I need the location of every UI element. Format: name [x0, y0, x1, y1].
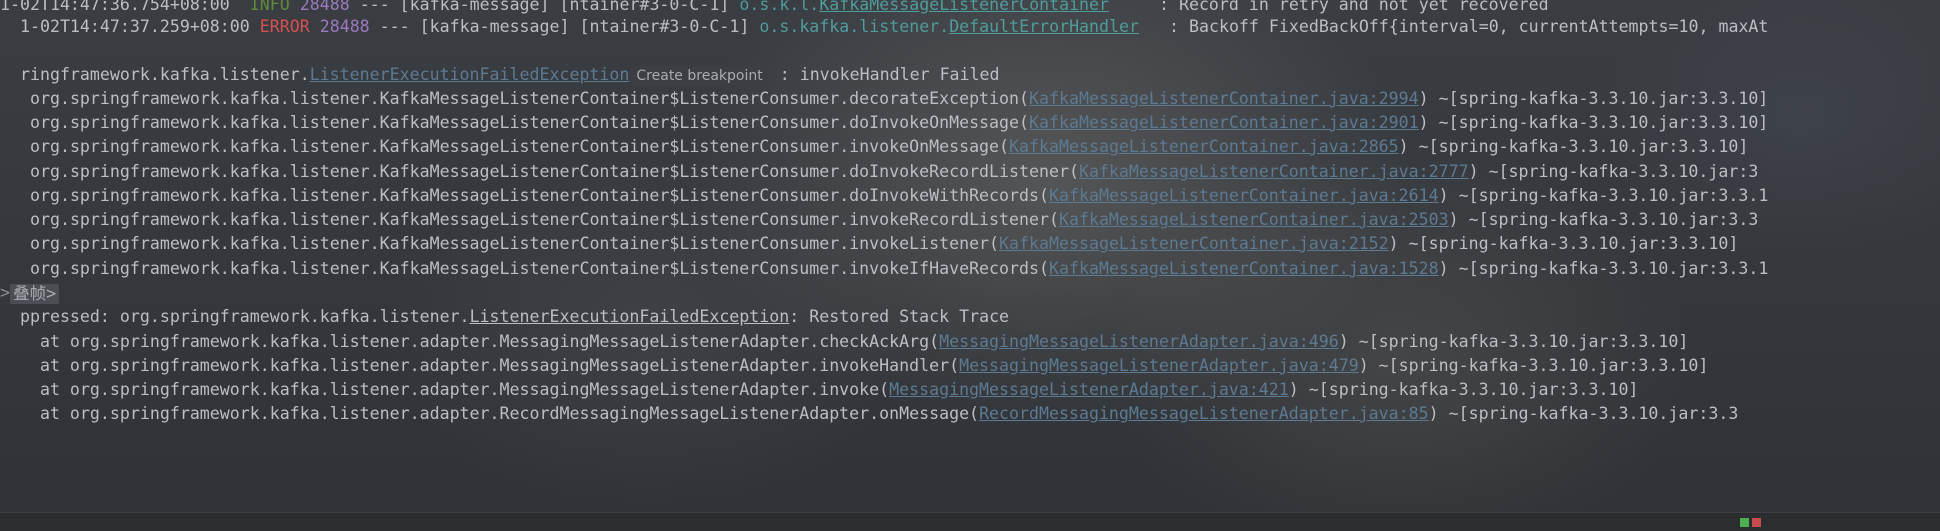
log-message: : Backoff FixedBackOff{interval=0, curre… [1169, 17, 1769, 36]
status-error-icon [1752, 518, 1761, 527]
log-pid: 28488 [319, 17, 370, 36]
stack-frame: org.springframework.kafka.listener.Kafka… [0, 87, 1940, 111]
stack-frame: org.springframework.kafka.listener.Kafka… [0, 184, 1940, 208]
log-sep: --- [359, 0, 390, 14]
logger-link[interactable]: KafkaMessageListenerContainer [819, 0, 1109, 14]
log-sep: --- [379, 17, 410, 36]
frame-method: at org.springframework.kafka.listener.ad… [19, 404, 980, 423]
folded-frames-label[interactable]: 叠帧> [10, 283, 60, 304]
suppressed-line: ppressed: org.springframework.kafka.list… [0, 305, 1940, 329]
frame-method: at org.springframework.kafka.listener.ad… [19, 332, 940, 351]
stack-frame: at org.springframework.kafka.listener.ad… [0, 354, 1940, 378]
frame-suffix: ) ~[spring-kafka-3.3.10.jar:3.3.1 [1438, 186, 1769, 205]
log-thread: [ntainer#3-0-C-1] [579, 17, 750, 36]
frame-source-link[interactable]: MessagingMessageListenerAdapter.java:421 [889, 380, 1289, 399]
frame-suffix: ) ~[spring-kafka-3.3.10.jar:3.3.10] [1358, 356, 1709, 375]
suppressed-prefix: ppressed: org.springframework.kafka.list… [19, 307, 470, 326]
stack-frame: at org.springframework.kafka.listener.ad… [0, 330, 1940, 354]
log-timestamp: 1-02T14:47:36.754+08:00 [0, 0, 230, 14]
status-indicator-icon [1740, 518, 1749, 527]
status-bar [0, 512, 1940, 531]
log-line-error: 1-02T14:47:37.259+08:00 ERROR 28488 --- … [0, 15, 1940, 39]
frame-suffix: ) ~[spring-kafka-3.3.10.jar:3.3.10] [1398, 137, 1749, 156]
frame-suffix: ) ~[spring-kafka-3.3.10.jar:3.3.10] [1388, 234, 1739, 253]
frame-suffix: ) ~[spring-kafka-3.3.10.jar:3.3.10] [1338, 332, 1689, 351]
frame-suffix: ) ~[spring-kafka-3.3.10.jar:3.3.10] [1418, 113, 1769, 132]
frame-method: org.springframework.kafka.listener.Kafka… [29, 89, 1030, 108]
log-thread: [ntainer#3-0-C-1] [559, 0, 730, 14]
frame-source-link[interactable]: MessagingMessageListenerAdapter.java:496 [939, 332, 1339, 351]
frame-method: at org.springframework.kafka.listener.ad… [19, 356, 960, 375]
frame-method: org.springframework.kafka.listener.Kafka… [29, 186, 1049, 205]
log-timestamp: 1-02T14:47:37.259+08:00 [19, 17, 250, 36]
stack-frame: org.springframework.kafka.listener.Kafka… [0, 135, 1940, 159]
log-app: [kafka-message] [419, 17, 570, 36]
frame-method: org.springframework.kafka.listener.Kafka… [29, 234, 1000, 253]
create-breakpoint-hint[interactable]: Create breakpoint [631, 65, 768, 86]
frame-suffix: ) ~[spring-kafka-3.3.10.jar:3.3 [1448, 210, 1759, 229]
exception-message: : invokeHandler Failed [779, 65, 1000, 84]
frame-method: org.springframework.kafka.listener.Kafka… [29, 259, 1049, 278]
frame-suffix: ) ~[spring-kafka-3.3.10.jar:3.3.1 [1438, 259, 1769, 278]
log-app: [kafka-message] [399, 0, 550, 14]
frame-source-link[interactable]: KafkaMessageListenerContainer.java:2777 [1079, 162, 1469, 181]
frame-source-link[interactable]: KafkaMessageListenerContainer.java:2152 [999, 234, 1389, 253]
frame-source-link[interactable]: KafkaMessageListenerContainer.java:2901 [1029, 113, 1419, 132]
frame-method: org.springframework.kafka.listener.Kafka… [29, 113, 1030, 132]
stack-frame: org.springframework.kafka.listener.Kafka… [0, 257, 1940, 281]
frame-method: at org.springframework.kafka.listener.ad… [19, 380, 890, 399]
exception-line: ringframework.kafka.listener.ListenerExe… [0, 63, 1940, 87]
log-pid: 28488 [299, 0, 350, 14]
frame-method: org.springframework.kafka.listener.Kafka… [29, 210, 1059, 229]
stack-frame: org.springframework.kafka.listener.Kafka… [0, 111, 1940, 135]
frame-source-link[interactable]: KafkaMessageListenerContainer.java:2994 [1029, 89, 1419, 108]
log-logger-prefix: o.s.k.l. [739, 0, 820, 14]
frame-source-link[interactable]: KafkaMessageListenerContainer.java:2614 [1049, 186, 1439, 205]
stack-frame: org.springframework.kafka.listener.Kafka… [0, 208, 1940, 232]
stack-frame: org.springframework.kafka.listener.Kafka… [0, 232, 1940, 256]
frame-suffix: ) ~[spring-kafka-3.3.10.jar:3.3.10] [1288, 380, 1639, 399]
stack-frame: at org.springframework.kafka.listener.ad… [0, 402, 1940, 426]
exception-prefix: ringframework.kafka.listener. [19, 65, 310, 84]
logger-link[interactable]: DefaultErrorHandler [949, 17, 1139, 36]
stack-frame: org.springframework.kafka.listener.Kafka… [0, 160, 1940, 184]
frame-source-link[interactable]: RecordMessagingMessageListenerAdapter.ja… [979, 404, 1429, 423]
frame-suffix: ) ~[spring-kafka-3.3.10.jar:3 [1468, 162, 1759, 181]
frame-suffix: ) ~[spring-kafka-3.3.10.jar:3.3 [1428, 404, 1739, 423]
frame-method: org.springframework.kafka.listener.Kafka… [29, 162, 1079, 181]
frame-source-link[interactable]: MessagingMessageListenerAdapter.java:479 [959, 356, 1359, 375]
chevron-right-icon[interactable]: > [0, 283, 10, 302]
frame-method: org.springframework.kafka.listener.Kafka… [29, 137, 1010, 156]
exception-class-link[interactable]: ListenerExecutionFailedException [310, 65, 630, 84]
frame-source-link[interactable]: KafkaMessageListenerContainer.java:2503 [1059, 210, 1449, 229]
log-level-info: INFO [249, 0, 290, 14]
frame-source-link[interactable]: KafkaMessageListenerContainer.java:1528 [1049, 259, 1439, 278]
stack-frame: at org.springframework.kafka.listener.ad… [0, 378, 1940, 402]
console-output[interactable]: 1-02T14:47:36.754+08:00 INFO 28488 --- [… [0, 0, 1940, 513]
suppressed-class-link[interactable]: ListenerExecutionFailedException [470, 307, 790, 326]
frame-suffix: ) ~[spring-kafka-3.3.10.jar:3.3.10] [1418, 89, 1769, 108]
log-level-error: ERROR [259, 17, 310, 36]
folded-frames-row[interactable]: > 叠帧> [0, 281, 1940, 305]
log-message: : Record in retry and not yet recovered [1158, 0, 1549, 14]
suppressed-message: : Restored Stack Trace [789, 307, 1010, 326]
log-logger-prefix: o.s.kafka.listener. [759, 17, 950, 36]
frame-source-link[interactable]: KafkaMessageListenerContainer.java:2865 [1009, 137, 1399, 156]
